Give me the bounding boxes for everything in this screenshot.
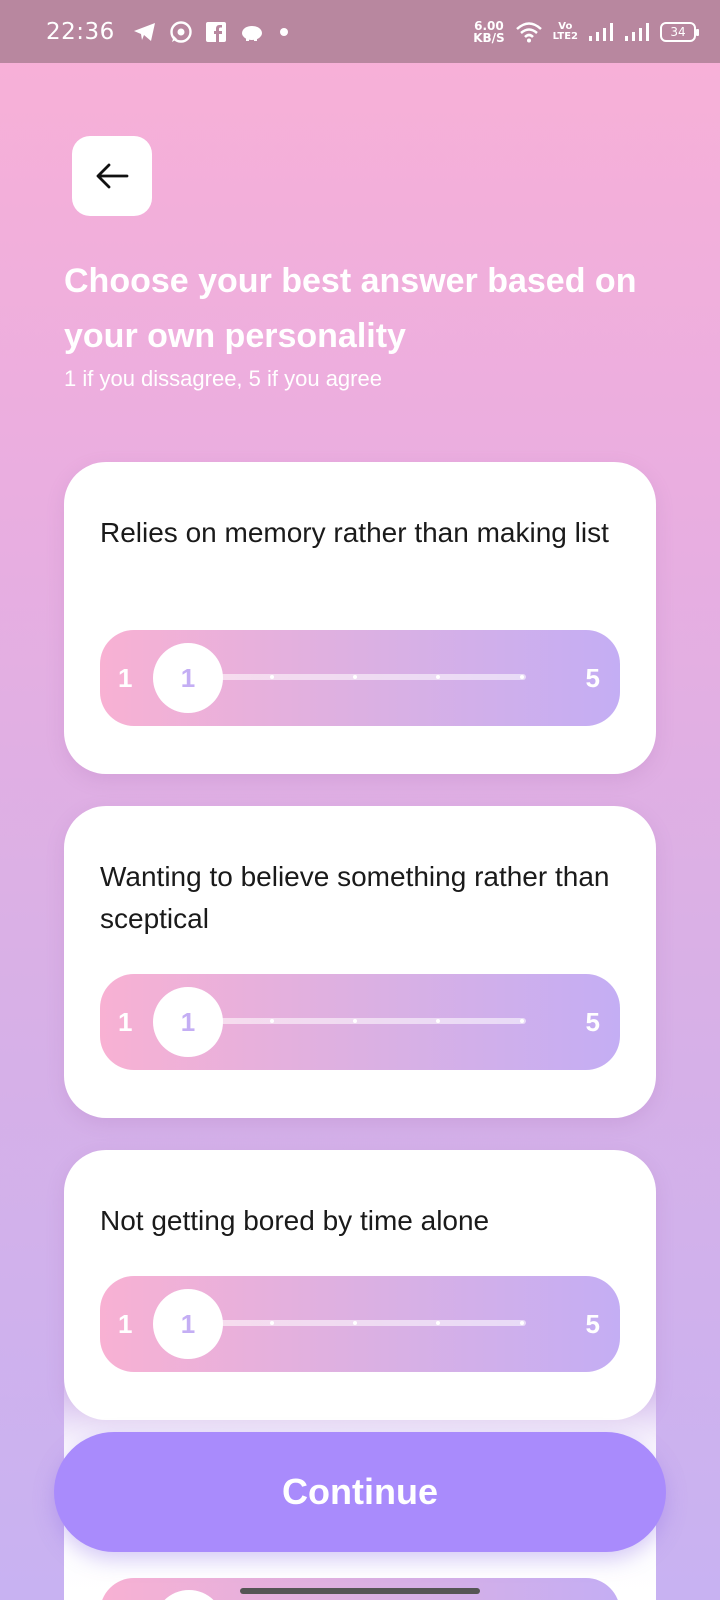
status-right: 6.00 KB/S Vo LTE2 34 — [473, 20, 699, 44]
slider-thumb[interactable]: 1 — [153, 1289, 223, 1359]
answer-slider[interactable]: 1 1 5 — [100, 1276, 620, 1372]
answer-slider[interactable]: 1 1 5 — [100, 630, 620, 726]
slider-max-label: 5 — [585, 1007, 600, 1037]
page-subtitle: 1 if you dissagree, 5 if you agree — [64, 366, 382, 391]
whatsapp-icon — [170, 20, 192, 43]
slider-thumb[interactable]: 1 — [153, 987, 223, 1057]
dot-icon — [279, 27, 288, 36]
volte-indicator: Vo LTE2 — [552, 20, 578, 42]
slider-thumb[interactable]: 1 — [153, 643, 223, 713]
slider-track[interactable] — [186, 1018, 526, 1024]
slider-min-label: 1 — [118, 663, 133, 693]
slider-tick — [353, 675, 357, 679]
slider-tick — [353, 1019, 357, 1023]
slider-tick — [436, 1321, 440, 1325]
question-text: Not getting bored by time alone — [100, 1205, 490, 1236]
answer-slider[interactable]: 1 1 5 — [100, 974, 620, 1070]
status-bar: 22:36 6.00 KB/S Vo LTE2 34 — [0, 0, 720, 63]
net-speed-unit: KB/S — [473, 30, 505, 45]
slider-tick — [353, 1321, 357, 1325]
page-title: Choose your best answer based on your ow… — [64, 262, 637, 355]
volte-top: Vo — [558, 20, 573, 32]
slider-tick — [520, 1321, 524, 1325]
piggy-bank-icon — [241, 25, 262, 41]
slider-track[interactable] — [186, 1320, 526, 1326]
telegram-icon — [133, 22, 155, 41]
arrow-left-icon — [96, 163, 129, 189]
slider-tick — [270, 1019, 274, 1023]
slider-track[interactable] — [186, 674, 526, 680]
slider-tick — [520, 1019, 524, 1023]
slider-max-label: 5 — [585, 1309, 600, 1339]
wifi-icon — [515, 21, 542, 42]
signal-icon — [589, 22, 613, 41]
slider-min-label: 1 — [118, 1007, 133, 1037]
question-card: Relies on memory rather than making list… — [64, 462, 656, 774]
home-indicator[interactable] — [240, 1588, 480, 1594]
volte-bottom: LTE2 — [552, 30, 578, 42]
slider-tick — [436, 675, 440, 679]
slider-tick — [520, 675, 524, 679]
net-speed-value: 6.00 — [474, 18, 504, 33]
battery-icon: 34 — [660, 21, 699, 42]
continue-button[interactable]: Continue — [54, 1432, 666, 1552]
slider-max-label: 5 — [585, 663, 600, 693]
battery-level: 34 — [670, 24, 686, 39]
back-button[interactable] — [72, 136, 152, 216]
slider-min-label: 1 — [118, 1309, 133, 1339]
question-text: Relies on memory rather than making list — [100, 517, 609, 548]
signal-icon-2 — [625, 22, 649, 41]
slider-tick — [436, 1019, 440, 1023]
status-time: 22:36 — [46, 18, 115, 45]
facebook-icon — [205, 21, 226, 42]
question-card: Wanting to believe something rather than… — [64, 806, 656, 1118]
slider-tick — [270, 675, 274, 679]
net-speed: 6.00 KB/S — [473, 20, 504, 44]
question-text: Wanting to believe something rather than… — [100, 861, 610, 934]
slider-tick — [270, 1321, 274, 1325]
notification-icons — [133, 20, 291, 44]
